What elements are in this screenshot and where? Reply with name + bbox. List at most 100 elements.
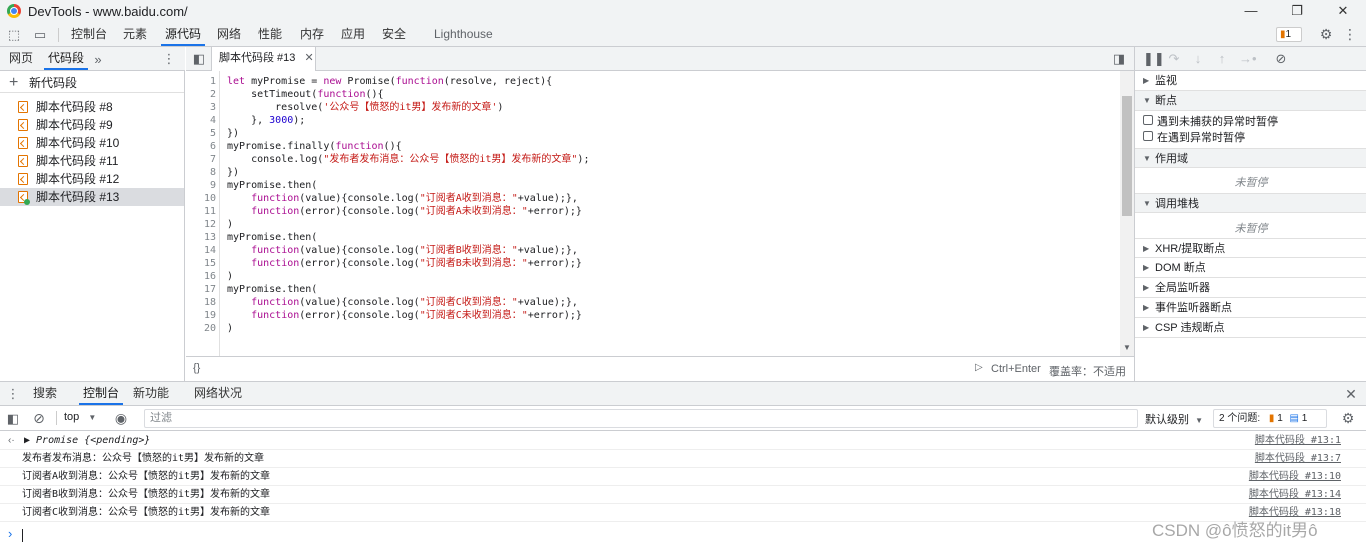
- code-line[interactable]: myPromise.finally(function(){: [227, 140, 402, 153]
- console-input-caret[interactable]: [22, 529, 23, 542]
- code-line[interactable]: function(value){console.log("订阅者A收到消息："+…: [227, 192, 578, 205]
- code-line[interactable]: }): [227, 166, 239, 179]
- close-drawer-icon[interactable]: ✕: [1344, 386, 1358, 403]
- close-window-button[interactable]: ✕: [1328, 2, 1358, 20]
- pause-uncaught-checkbox[interactable]: [1143, 115, 1153, 125]
- console-prompt[interactable]: ›: [8, 526, 12, 541]
- info-message-icon: ▤: [1289, 413, 1299, 424]
- sidebar-toggle-icon[interactable]: ◧: [6, 411, 20, 427]
- section-event-listener-breakpoints[interactable]: ▶ 事件监听器断点: [1135, 298, 1366, 318]
- console-source-link[interactable]: 脚本代码段 #13:1: [1255, 432, 1341, 450]
- console-source-link[interactable]: 脚本代码段 #13:14: [1249, 486, 1341, 504]
- editor-scrollbar[interactable]: ▼: [1120, 71, 1134, 356]
- more-tabs-icon[interactable]: »: [91, 52, 105, 67]
- tab-elements[interactable]: 元素: [119, 23, 151, 46]
- close-tab-icon[interactable]: ✕: [304, 52, 313, 64]
- tab-lighthouse[interactable]: Lighthouse: [430, 23, 497, 46]
- snippet-item-selected[interactable]: 脚本代码段 #13: [0, 188, 184, 206]
- log-level-dropdown[interactable]: 默认级别 ▼: [1145, 411, 1203, 427]
- pause-caught-checkbox[interactable]: [1143, 131, 1153, 141]
- navigator-menu-icon[interactable]: ⋮: [162, 51, 176, 67]
- run-snippet-icon[interactable]: ▷: [975, 362, 983, 373]
- scroll-down-icon[interactable]: ▼: [1123, 343, 1131, 352]
- toggle-navigator-icon[interactable]: ◧: [192, 51, 206, 67]
- code-line[interactable]: let myPromise = new Promise(function(res…: [227, 75, 552, 88]
- minimize-button[interactable]: —: [1236, 2, 1266, 20]
- step-out-icon[interactable]: ↑: [1215, 51, 1229, 66]
- live-expression-eye-icon[interactable]: ◉: [113, 410, 129, 427]
- step-into-icon[interactable]: ↓: [1191, 51, 1205, 66]
- console-source-link[interactable]: 脚本代码段 #13:7: [1255, 450, 1341, 468]
- inspect-element-icon[interactable]: ⬚: [6, 27, 22, 43]
- code-line[interactable]: ): [227, 270, 233, 283]
- scrollbar-thumb[interactable]: [1122, 96, 1132, 216]
- section-scope[interactable]: ▼ 作用域: [1135, 148, 1366, 168]
- step-icon[interactable]: →•: [1239, 51, 1257, 66]
- callstack-status: 未暂停: [1234, 223, 1268, 235]
- tab-network[interactable]: 网络: [213, 23, 245, 46]
- section-csp-breakpoints[interactable]: ▶ CSP 违规断点: [1135, 318, 1366, 338]
- maximize-button[interactable]: ❐: [1282, 2, 1312, 20]
- new-snippet-label: 新代码段: [29, 76, 78, 90]
- tab-drawer-console[interactable]: 控制台: [79, 382, 124, 405]
- code-line[interactable]: myPromise.then(: [227, 179, 317, 192]
- tab-whats-new[interactable]: 新功能: [129, 382, 173, 405]
- tab-memory[interactable]: 内存: [296, 23, 328, 46]
- step-over-icon[interactable]: ↷: [1167, 51, 1181, 67]
- tab-snippets[interactable]: 代码段: [44, 47, 89, 70]
- code-line[interactable]: }): [227, 127, 239, 140]
- issues-badge[interactable]: ▮1: [1276, 27, 1302, 42]
- code-line[interactable]: function(error){console.log("订阅者C未收到消息："…: [227, 309, 582, 322]
- code-line[interactable]: ): [227, 322, 233, 335]
- tab-console[interactable]: 控制台: [67, 23, 111, 46]
- section-breakpoints[interactable]: ▼ 断点: [1135, 91, 1366, 111]
- code-line[interactable]: function(error){console.log("订阅者B未收到消息："…: [227, 257, 582, 270]
- tab-application[interactable]: 应用: [337, 23, 369, 46]
- snippet-item[interactable]: 脚本代码段 #9: [0, 116, 184, 134]
- clear-console-icon[interactable]: ⊘: [32, 410, 46, 427]
- code-line[interactable]: function(value){console.log("订阅者C收到消息："+…: [227, 296, 578, 309]
- more-menu-icon[interactable]: ⋮: [1342, 26, 1358, 43]
- section-xhr-breakpoints[interactable]: ▶ XHR/提取断点: [1135, 238, 1366, 258]
- device-toolbar-icon[interactable]: ▭: [32, 27, 48, 43]
- tab-sources[interactable]: 源代码: [161, 23, 206, 46]
- tab-performance[interactable]: 性能: [254, 23, 286, 46]
- tab-security[interactable]: 安全: [378, 23, 410, 46]
- tab-network-conditions[interactable]: 网络状况: [190, 382, 246, 405]
- code-line[interactable]: myPromise.then(: [227, 283, 317, 296]
- code-line[interactable]: resolve('公众号【愤怒的it男】发布新的文章'): [227, 101, 503, 114]
- section-dom-breakpoints[interactable]: ▶ DOM 断点: [1135, 258, 1366, 278]
- pretty-print-icon[interactable]: {}: [193, 362, 200, 374]
- snippet-item[interactable]: 脚本代码段 #12: [0, 170, 184, 188]
- settings-gear-icon[interactable]: ⚙: [1318, 26, 1334, 43]
- code-line[interactable]: console.log("发布者发布消息：公众号【愤怒的it男】发布新的文章")…: [227, 153, 589, 166]
- code-line[interactable]: myPromise.then(: [227, 231, 317, 244]
- section-callstack[interactable]: ▼ 调用堆栈: [1135, 193, 1366, 213]
- context-selector[interactable]: top ▼: [64, 411, 96, 423]
- pause-icon[interactable]: ❚❚: [1143, 51, 1165, 67]
- toggle-debugger-icon[interactable]: ◨: [1112, 51, 1126, 67]
- drawer-menu-icon[interactable]: ⋮: [6, 386, 20, 402]
- deactivate-breakpoints-icon[interactable]: ⊘: [1273, 51, 1289, 67]
- code-line[interactable]: ): [227, 218, 233, 231]
- code-line[interactable]: function(error){console.log("订阅者A未收到消息："…: [227, 205, 582, 218]
- code-line[interactable]: }, 3000);: [227, 114, 305, 127]
- snippet-item[interactable]: 脚本代码段 #11: [0, 152, 184, 170]
- console-message-text[interactable]: ▶ Promise {<pending>}: [24, 432, 150, 450]
- console-source-link[interactable]: 脚本代码段 #13:10: [1249, 468, 1341, 486]
- snippet-item[interactable]: 脚本代码段 #8: [0, 98, 184, 116]
- code-line[interactable]: setTimeout(function(){: [227, 88, 383, 101]
- code-area[interactable]: let myPromise = new Promise(function(res…: [186, 73, 1120, 355]
- editor-tab[interactable]: 脚本代码段 #13 ✕: [211, 47, 316, 71]
- section-global-listeners[interactable]: ▶ 全局监听器: [1135, 278, 1366, 298]
- console-filter-input[interactable]: 过滤: [144, 409, 1138, 428]
- snippet-item[interactable]: 脚本代码段 #10: [0, 134, 184, 152]
- tab-search[interactable]: 搜索: [29, 382, 61, 405]
- code-line[interactable]: function(value){console.log("订阅者B收到消息："+…: [227, 244, 578, 257]
- section-watch[interactable]: ▶ 监视: [1135, 71, 1366, 91]
- dropdown-icon: ▼: [88, 413, 97, 422]
- console-settings-icon[interactable]: ⚙: [1340, 410, 1356, 427]
- new-snippet-button[interactable]: + 新代码段: [0, 73, 184, 93]
- tab-page[interactable]: 网页: [5, 47, 37, 70]
- issues-counter[interactable]: 2 个问题: ▮ 1 ▤ 1: [1213, 409, 1327, 428]
